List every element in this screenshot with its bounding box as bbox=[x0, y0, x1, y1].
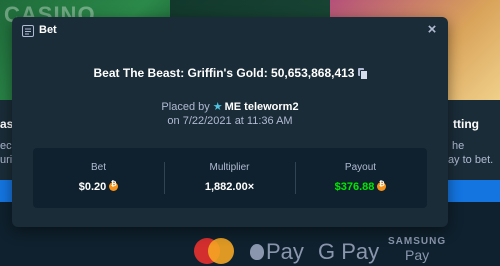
left-card-text-line2: uri bbox=[0, 154, 13, 166]
bitcoin-coin-icon bbox=[109, 181, 119, 191]
bet-amount: $0.20 bbox=[78, 181, 107, 193]
payment-methods: Pay G Pay SAMSUNG Pay bbox=[190, 234, 450, 266]
game-and-bet-id: Beat The Beast: Griffin's Gold: 50,653,8… bbox=[12, 66, 448, 80]
game-title-text: Beat The Beast: Griffin's Gold: 50,653,8… bbox=[93, 66, 355, 80]
multiplier-value: 1,882.00× bbox=[204, 181, 255, 193]
samsung-pay-line1: SAMSUNG bbox=[388, 236, 447, 247]
google-pay-logo: G Pay bbox=[318, 239, 380, 264]
right-card-title: tting bbox=[453, 117, 479, 131]
placed-by-prefix: Placed by bbox=[161, 101, 210, 113]
receipt-icon bbox=[22, 25, 34, 37]
stat-multiplier: Multiplier 1,882.00× bbox=[164, 148, 295, 208]
samsung-pay-logo: SAMSUNG Pay bbox=[388, 236, 446, 263]
bet-details-modal: Bet × Beat The Beast: Griffin's Gold: 50… bbox=[12, 17, 448, 227]
payout-label: Payout bbox=[344, 162, 377, 173]
modal-header: Bet × bbox=[12, 17, 448, 45]
apple-pay-logo: Pay bbox=[250, 239, 304, 265]
left-card-text-line1: ec bbox=[0, 140, 12, 152]
multiplier-label: Multiplier bbox=[209, 162, 250, 173]
right-card-text-line1: he bbox=[452, 140, 465, 152]
stat-bet: Bet $0.20 bbox=[33, 148, 164, 208]
apple-icon bbox=[250, 244, 264, 260]
bet-value: $0.20 bbox=[33, 181, 164, 193]
close-icon[interactable]: × bbox=[424, 21, 440, 39]
apple-pay-text: Pay bbox=[266, 239, 304, 264]
payout-amount: $376.88 bbox=[334, 181, 375, 193]
copy-icon[interactable] bbox=[358, 68, 369, 80]
bet-stats-panel: Bet $0.20 Multiplier 1,882.00× Payout $3… bbox=[33, 148, 427, 208]
samsung-pay-line2: Pay bbox=[405, 247, 430, 263]
payout-value: $376.88 bbox=[295, 181, 426, 193]
username-link[interactable]: ME teleworm2 bbox=[225, 101, 299, 113]
bitcoin-coin-icon bbox=[377, 181, 387, 191]
star-icon: ★ bbox=[212, 101, 223, 113]
bet-date: on 7/22/2021 at 11:36 AM bbox=[167, 115, 293, 127]
bet-label: Bet bbox=[90, 162, 106, 173]
mastercard-icon bbox=[194, 238, 234, 264]
modal-title: Bet bbox=[39, 24, 57, 36]
stat-payout: Payout $376.88 bbox=[295, 148, 426, 208]
placed-by-line: Placed by ★ ME teleworm2 bbox=[12, 100, 448, 113]
